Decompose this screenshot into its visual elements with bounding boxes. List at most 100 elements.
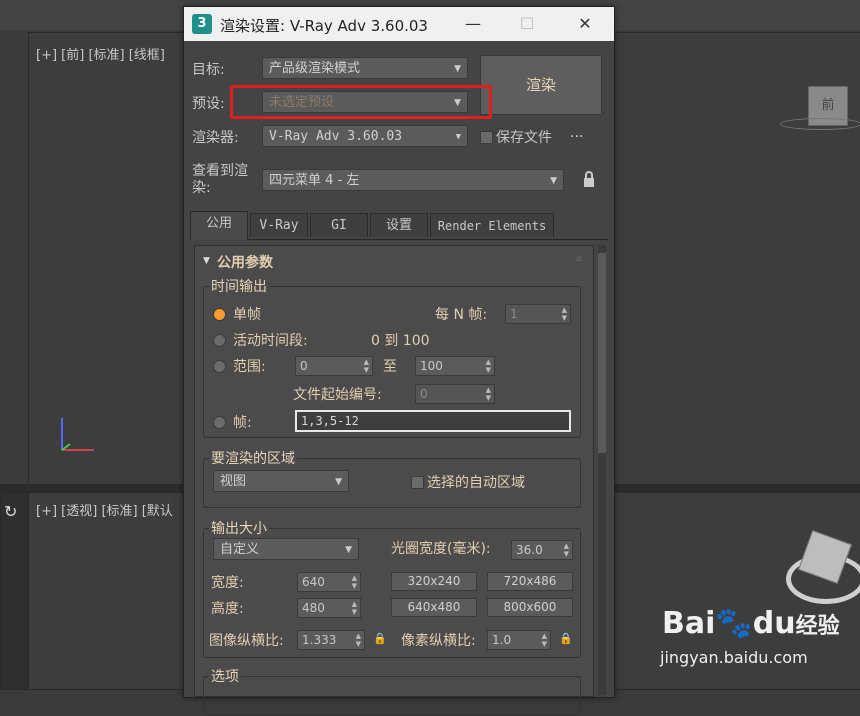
aperture-value: 36.0 [516, 543, 543, 557]
height-value: 480 [302, 601, 325, 615]
pixel-aspect-value: 1.0 [492, 633, 512, 647]
aperture-spinner[interactable]: 36.0 ▲ ▼ [511, 540, 573, 560]
single-frame-label: 单帧 [233, 307, 261, 323]
frames-label: 帧: [233, 415, 252, 431]
range-to-value: 100 [420, 359, 443, 373]
output-size-value: 自定义 [220, 542, 260, 557]
spinner-arrows-icon[interactable]: ▲ ▼ [562, 306, 567, 322]
preset-720x486-button[interactable]: 720x486 [487, 572, 573, 591]
spinner-arrows-icon[interactable]: ▲ ▼ [356, 632, 361, 648]
view-to-render-dropdown[interactable]: 四元菜单 4 - 左 ▼ [262, 169, 564, 191]
axis-gizmo [61, 418, 94, 451]
viewport-perspective-label[interactable]: [+] [透视] [标准] [默认 [36, 500, 173, 519]
tab-bar: 公用 V-Ray GI 设置 Render Elements [190, 211, 608, 240]
preset-label: 预设: [192, 96, 225, 112]
collapse-icon[interactable]: ▼ [203, 256, 210, 266]
frames-input[interactable]: 1,3,5-12 [295, 410, 571, 432]
title-bar[interactable]: 3 渲染设置: V-Ray Adv 3.60.03 — ☐ ✕ [184, 7, 614, 41]
panel-scrollbar[interactable] [598, 245, 606, 695]
height-spinner[interactable]: 480 ▲ ▼ [297, 598, 361, 618]
width-label: 宽度: [211, 575, 244, 591]
radio-frames[interactable] [213, 416, 226, 429]
file-start-spinner[interactable]: 0 ▲ ▼ [415, 384, 495, 404]
dialog-title: 渲染设置: V-Ray Adv 3.60.03 [220, 17, 428, 35]
options-group [203, 676, 581, 716]
image-aspect-lock-icon[interactable]: 🔒 [373, 632, 387, 645]
auto-region-label: 选择的自动区域 [427, 475, 525, 491]
target-label: 目标: [192, 62, 225, 78]
range-label: 范围: [233, 359, 266, 375]
tab-render-elements[interactable]: Render Elements [430, 213, 554, 237]
chevron-down-icon: ▼ [455, 132, 461, 142]
baidu-logo-du: du [752, 606, 796, 641]
file-start-value: 0 [420, 387, 428, 401]
maximize-button[interactable]: ☐ [512, 11, 542, 37]
tab-vray[interactable]: V-Ray [250, 213, 308, 237]
time-output-title: 时间输出 [209, 276, 269, 296]
spinner-arrows-icon[interactable]: ▲ ▼ [542, 632, 547, 648]
range-to-spinner[interactable]: 100 ▲ ▼ [415, 356, 495, 376]
height-label: 高度: [211, 601, 244, 617]
spinner-arrows-icon[interactable]: ▲ ▼ [352, 574, 357, 590]
common-params-panel: ▼ 公用参数 ≡ 时间输出 单帧 每 N 帧: 1 ▲ ▼ 活动时间段: 0 到 … [194, 245, 594, 716]
spinner-arrows-icon[interactable]: ▲ ▼ [352, 600, 357, 616]
preset-640x480-button[interactable]: 640x480 [391, 598, 477, 617]
viewport-front-label[interactable]: [+] [前] [标准] [线框] [36, 44, 165, 63]
image-aspect-label: 图像纵横比: [209, 633, 284, 649]
active-range-text: 0 到 100 [371, 333, 430, 349]
every-n-spinner[interactable]: 1 ▲ ▼ [505, 304, 571, 324]
pixel-aspect-lock-icon[interactable]: 🔒 [559, 632, 573, 645]
preset-800x600-button[interactable]: 800x600 [487, 598, 573, 617]
pixel-aspect-label: 像素纵横比: [401, 633, 476, 649]
scrollbar-thumb[interactable] [598, 253, 606, 453]
radio-single-frame[interactable] [213, 308, 226, 321]
spinner-arrows-icon[interactable]: ▲ ▼ [486, 386, 491, 402]
lock-icon[interactable] [582, 171, 596, 189]
radio-active-segment[interactable] [213, 334, 226, 347]
range-from-spinner[interactable]: 0 ▲ ▼ [295, 356, 373, 376]
range-to-label: 至 [383, 359, 397, 375]
tab-common[interactable]: 公用 [190, 211, 248, 240]
save-file-checkbox[interactable] [480, 131, 493, 144]
output-size-dropdown[interactable]: 自定义 ▼ [213, 538, 359, 560]
3dsmax-app-icon: 3 [192, 14, 212, 34]
every-n-value: 1 [510, 307, 518, 321]
spinner-arrows-icon[interactable]: ▲ ▼ [486, 358, 491, 374]
view-to-render-label: 查看到渲 染: [192, 163, 248, 197]
area-dropdown[interactable]: 视图 ▼ [213, 470, 349, 492]
preset-320x240-button[interactable]: 320x240 [391, 572, 477, 591]
chevron-down-icon: ▼ [345, 545, 352, 555]
radio-range[interactable] [213, 360, 226, 373]
output-size-title: 输出大小 [209, 518, 269, 538]
render-button[interactable]: 渲染 [480, 55, 602, 115]
save-file-label: 保存文件 [496, 130, 552, 146]
orbit-icon[interactable]: ↻ [4, 502, 17, 521]
spinner-arrows-icon[interactable]: ▲ ▼ [364, 358, 369, 374]
tab-settings[interactable]: 设置 [370, 213, 428, 237]
rollout-header[interactable]: 公用参数 [217, 252, 273, 272]
view-value: 四元菜单 4 - 左 [269, 173, 360, 188]
paw-icon: 🐾 [715, 606, 753, 641]
aperture-label: 光圈宽度(毫米): [391, 541, 491, 557]
viewcube-face-label: 前 [821, 98, 835, 113]
every-n-label: 每 N 帧: [435, 307, 488, 323]
render-settings-dialog: 3 渲染设置: V-Ray Adv 3.60.03 — ☐ ✕ 目标: 产品级渲… [183, 6, 615, 716]
target-value: 产品级渲染模式 [269, 61, 361, 76]
image-aspect-spinner[interactable]: 1.333 ▲ ▼ [297, 630, 365, 650]
left-tool-strip [0, 492, 28, 690]
rollout-pin-icon: ≡ [574, 254, 583, 265]
minimize-button[interactable]: — [458, 11, 488, 37]
spinner-arrows-icon[interactable]: ▲ ▼ [564, 542, 569, 558]
auto-region-checkbox[interactable] [411, 476, 424, 489]
close-button[interactable]: ✕ [570, 11, 600, 37]
view-label-line2: 染: [192, 180, 211, 196]
renderer-dropdown[interactable]: V-Ray Adv 3.60.03 ▼ [262, 125, 468, 147]
pixel-aspect-spinner[interactable]: 1.0 ▲ ▼ [487, 630, 551, 650]
tab-gi[interactable]: GI [310, 213, 368, 237]
viewcube-ring[interactable] [780, 118, 860, 130]
file-start-label: 文件起始编号: [293, 387, 382, 403]
target-dropdown[interactable]: 产品级渲染模式 ▼ [262, 57, 468, 79]
width-spinner[interactable]: 640 ▲ ▼ [297, 572, 361, 592]
more-button[interactable]: ... [570, 125, 583, 141]
renderer-label: 渲染器: [192, 130, 239, 146]
